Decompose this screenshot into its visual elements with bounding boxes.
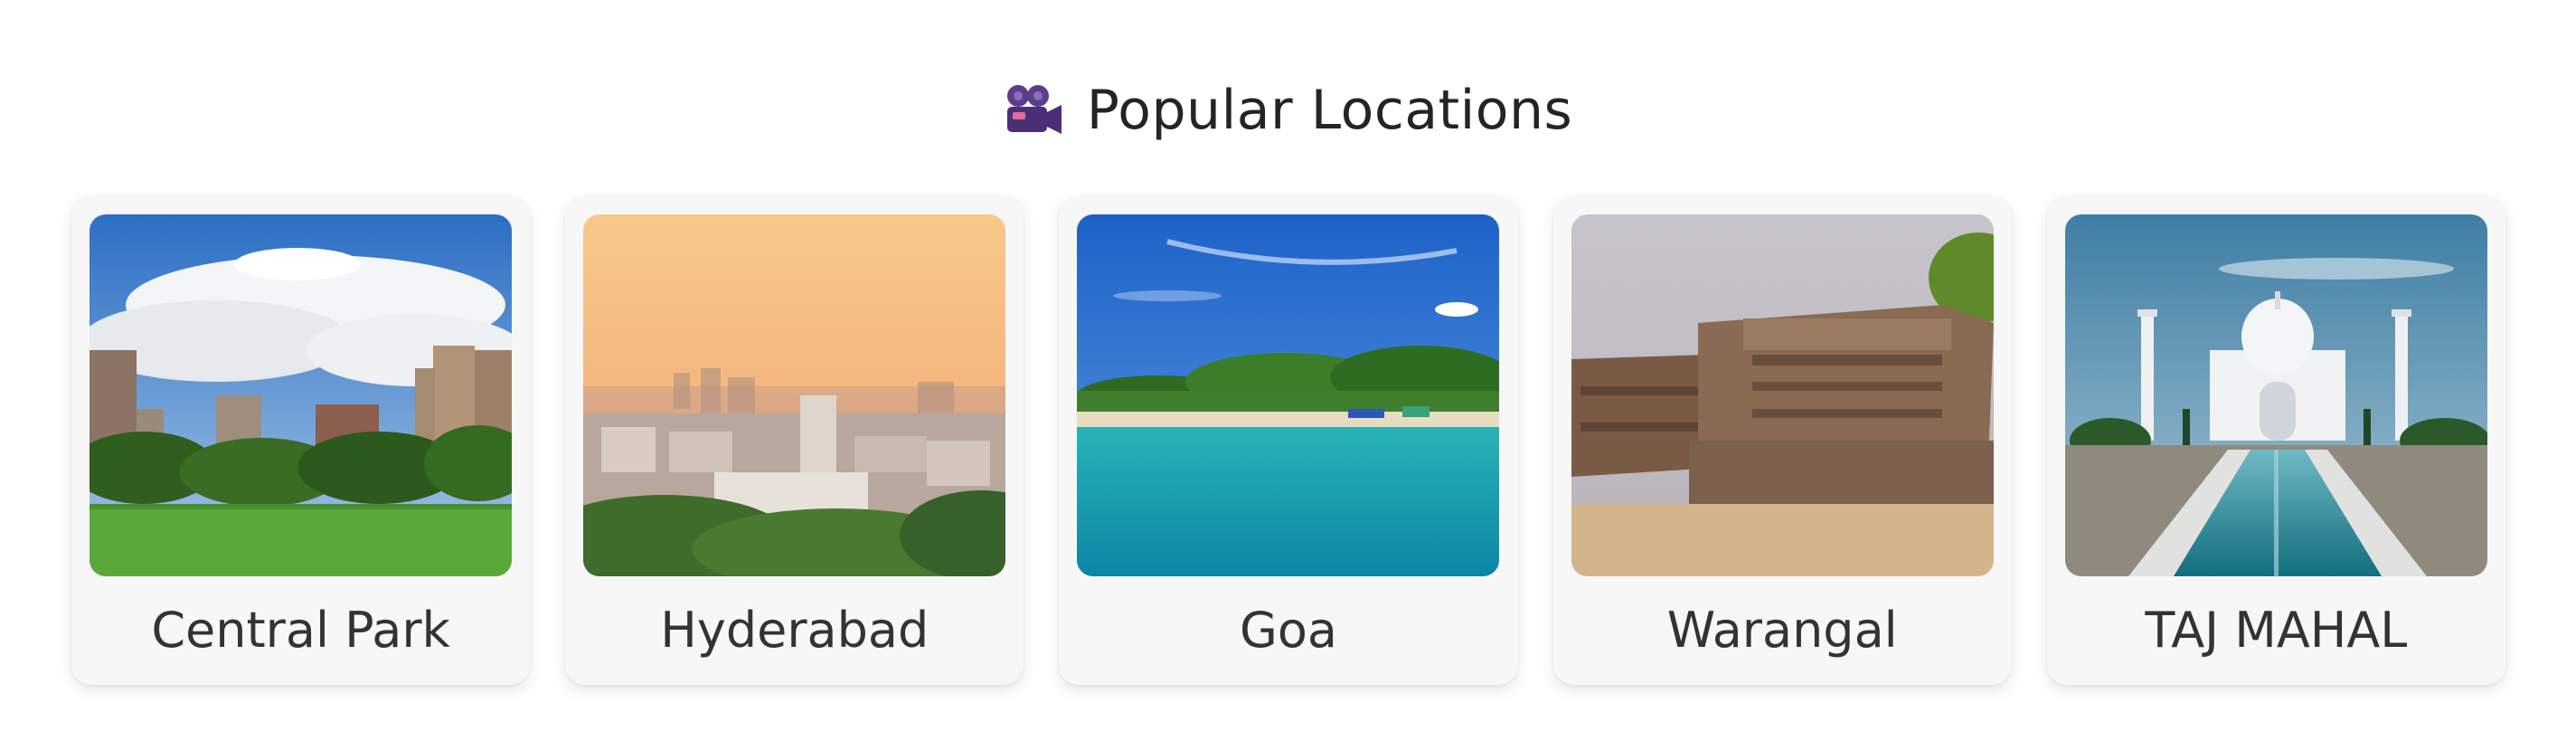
central-park-photo xyxy=(90,214,512,576)
location-name: Goa xyxy=(1240,601,1337,659)
location-card-hyderabad[interactable]: Hyderabad xyxy=(565,196,1024,685)
hyderabad-skyline-photo xyxy=(583,214,1006,576)
movie-camera-icon xyxy=(1006,85,1062,134)
location-name: Hyderabad xyxy=(660,601,929,659)
section-heading: Popular Locations xyxy=(0,74,2576,147)
location-name: Warangal xyxy=(1666,601,1898,659)
warangal-temple-photo xyxy=(1571,214,1994,576)
location-name: TAJ MAHAL xyxy=(2145,601,2408,659)
location-name: Central Park xyxy=(151,601,450,659)
location-card-central-park[interactable]: Central Park xyxy=(71,196,531,685)
location-cards: Central Park Hyderabad Goa Warangal TAJ … xyxy=(71,196,2506,685)
taj-mahal-photo xyxy=(2064,214,2487,576)
goa-beach-photo xyxy=(1077,214,1500,576)
location-card-goa[interactable]: Goa xyxy=(1059,196,1518,685)
section-title: Popular Locations xyxy=(1086,79,1573,142)
location-card-taj-mahal[interactable]: TAJ MAHAL xyxy=(2046,196,2506,685)
location-card-warangal[interactable]: Warangal xyxy=(1552,196,2012,685)
popular-locations-section: Popular Locations Central Park Hyderabad… xyxy=(0,0,2576,750)
